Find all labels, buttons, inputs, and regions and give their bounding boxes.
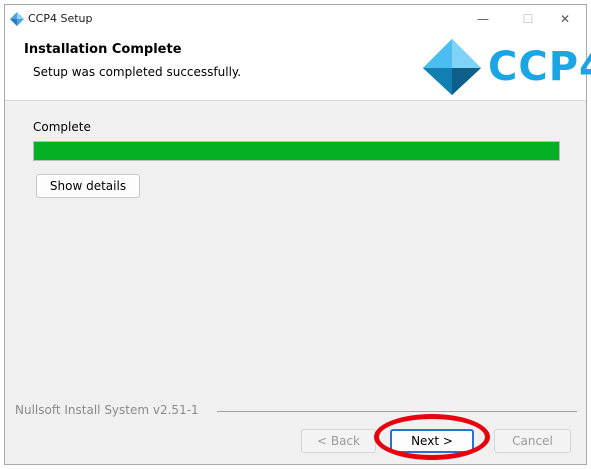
progress-bar (33, 141, 560, 161)
next-label: Next > (411, 434, 453, 448)
nsis-branding: Nullsoft Install System v2.51-1 (15, 403, 199, 417)
close-button[interactable]: ✕ (542, 5, 588, 32)
show-details-button[interactable]: Show details (36, 174, 140, 198)
back-button[interactable]: < Back (301, 429, 376, 453)
back-label: < Back (316, 434, 360, 448)
ccp4-logo-text: CCP4 (488, 44, 591, 90)
minimize-button[interactable]: — (460, 5, 506, 32)
setup-window: CCP4 Setup — ☐ ✕ Installation Complete S… (4, 4, 591, 465)
cancel-button[interactable]: Cancel (494, 429, 571, 453)
close-icon: ✕ (559, 11, 571, 26)
ccp4-diamond-icon (423, 39, 481, 95)
status-label: Complete (33, 120, 91, 134)
page-title: Installation Complete (24, 42, 182, 57)
minimize-icon: — (477, 11, 489, 26)
ccp4-logo: CCP4 (419, 37, 591, 97)
page-subtitle: Setup was completed successfully. (33, 65, 242, 79)
show-details-label: Show details (50, 179, 126, 193)
window-title: CCP4 Setup (28, 12, 93, 25)
page-header: Installation Complete Setup was complete… (5, 32, 591, 101)
cancel-label: Cancel (512, 434, 553, 448)
next-button[interactable]: Next > (390, 429, 474, 453)
progress-fill (34, 142, 559, 160)
maximize-icon: ☐ (522, 11, 534, 26)
footer-divider (217, 411, 577, 412)
title-bar: CCP4 Setup — ☐ ✕ (5, 5, 586, 32)
installer-app-icon (10, 12, 24, 26)
show-details-text: Show details (49, 179, 127, 193)
